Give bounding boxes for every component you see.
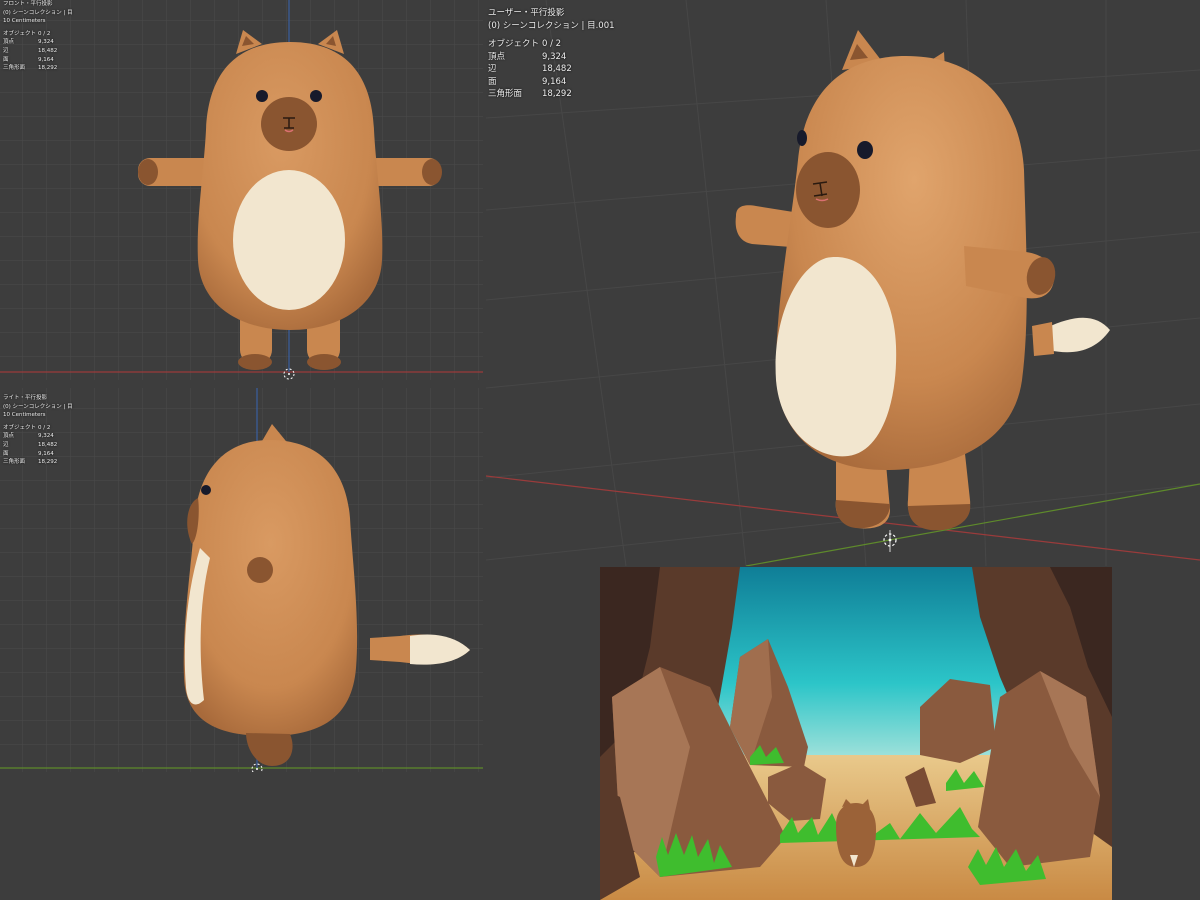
render-preview <box>600 567 1112 900</box>
viewport-collection: (0) シーンコレクション | 目 <box>3 403 73 410</box>
stat-faces: 面 9,164 <box>3 450 54 457</box>
stat-edges: 辺 18,482 <box>3 47 58 54</box>
viewport-title: ライト・平行投影 <box>3 395 48 401</box>
stat-vertices: 頂点 9,324 <box>3 39 54 46</box>
viewport-collection: (0) シーンコレクション | 目 <box>3 9 73 16</box>
stat-faces: 面 9,164 <box>3 56 54 63</box>
stat-faces: 面 9,164 <box>488 76 567 87</box>
viewport-collection: (0) シーンコレクション | 目.001 <box>488 20 615 31</box>
viewport-title: フロント・平行投影 <box>3 1 53 7</box>
right-viewport-info: ライト・平行投影 (0) シーンコレクション | 目 10 Centimeter… <box>3 394 73 467</box>
user-viewport-info: ユーザー・平行投影 (0) シーンコレクション | 目.001 オブジェクト 0 … <box>488 7 615 101</box>
stat-edges: 辺 18,482 <box>488 64 572 74</box>
stat-objects: オブジェクト 0 / 2 <box>3 30 51 37</box>
viewport-scale: 10 Centimeters <box>3 412 46 419</box>
stat-vertices: 頂点 9,324 <box>488 51 567 62</box>
front-viewport-info: フロント・平行投影 (0) シーンコレクション | 目 10 Centimete… <box>3 0 73 73</box>
viewport-scale: 10 Centimeters <box>3 18 46 25</box>
render-scene <box>600 567 1112 900</box>
viewport-front[interactable]: フロント・平行投影 (0) シーンコレクション | 目 10 Centimete… <box>0 0 483 380</box>
viewport-title: ユーザー・平行投影 <box>488 8 565 18</box>
stat-triangles: 三角形面 18,292 <box>488 89 572 99</box>
stat-vertices: 頂点 9,324 <box>3 433 54 440</box>
stat-objects: オブジェクト 0 / 2 <box>488 39 562 49</box>
stat-objects: オブジェクト 0 / 2 <box>3 424 51 431</box>
stat-triangles: 三角形面 18,292 <box>3 65 58 72</box>
viewport-user[interactable]: ユーザー・平行投影 (0) シーンコレクション | 目.001 オブジェクト 0 … <box>486 0 1200 566</box>
stat-triangles: 三角形面 18,292 <box>3 459 58 466</box>
stat-edges: 辺 18,482 <box>3 441 58 448</box>
viewport-right[interactable]: ライト・平行投影 (0) シーンコレクション | 目 10 Centimeter… <box>0 388 483 772</box>
